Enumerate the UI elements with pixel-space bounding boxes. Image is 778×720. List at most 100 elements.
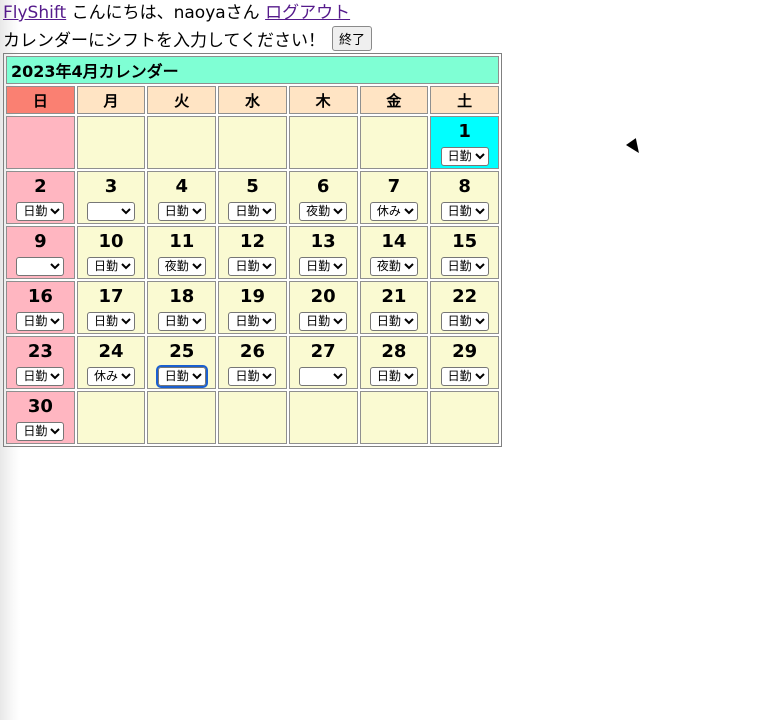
shift-select[interactable]: 日勤夜勤休み	[228, 311, 277, 331]
day-number: 25	[169, 341, 195, 362]
day-number: 7	[387, 176, 401, 197]
day-number: 2	[34, 176, 47, 197]
day-number: 23	[27, 341, 53, 362]
day-number: 21	[381, 286, 407, 307]
weekday-header: 木	[288, 86, 358, 114]
day-cell: 24 日勤夜勤休み	[76, 336, 146, 389]
shift-select[interactable]: 日勤夜勤休み	[299, 256, 348, 276]
shift-select[interactable]: 日勤夜勤休み	[299, 366, 348, 386]
day-number: 17	[98, 286, 124, 307]
weekday-header-row: 日月火水木金土	[6, 86, 499, 114]
shift-select[interactable]: 日勤夜勤休み	[228, 201, 277, 221]
day-number: 12	[239, 231, 265, 252]
empty-day-cell	[218, 391, 287, 444]
shift-select[interactable]: 日勤夜勤休み	[87, 256, 136, 276]
day-cell: 27 日勤夜勤休み	[288, 336, 358, 389]
day-number: 6	[316, 176, 330, 197]
day-cell: 10 日勤夜勤休み	[76, 226, 146, 279]
weekday-header: 火	[147, 86, 217, 114]
shift-select[interactable]: 日勤夜勤休み	[157, 256, 206, 276]
shift-select[interactable]: 日勤夜勤休み	[299, 311, 348, 331]
shift-select[interactable]: 日勤夜勤休み	[369, 256, 418, 276]
day-cell: 30 日勤夜勤休み	[6, 391, 75, 444]
shift-select[interactable]: 日勤夜勤休み	[369, 366, 418, 386]
day-number: 8	[458, 176, 471, 197]
shift-select[interactable]: 日勤夜勤休み	[87, 201, 136, 221]
shift-select[interactable]: 日勤夜勤休み	[228, 366, 277, 386]
empty-day-cell	[76, 391, 146, 444]
day-cell: 12 日勤夜勤休み	[218, 226, 287, 279]
shift-select[interactable]: 日勤夜勤休み	[228, 256, 277, 276]
shift-select[interactable]: 日勤夜勤休み	[16, 201, 65, 221]
day-number: 13	[310, 231, 336, 252]
shift-select[interactable]: 日勤夜勤休み	[440, 201, 489, 221]
shift-select[interactable]: 日勤夜勤休み	[299, 201, 348, 221]
day-cell: 28 日勤夜勤休み	[359, 336, 429, 389]
day-cell: 25日勤夜勤休み	[147, 336, 217, 389]
day-number: 5	[246, 176, 259, 197]
shift-select[interactable]: 日勤夜勤休み	[16, 421, 65, 441]
shift-select[interactable]: 日勤夜勤休み	[16, 256, 65, 276]
top-bar: FlyShift こんにちは、naoyaさん ログアウト	[3, 2, 502, 24]
empty-day-cell	[147, 391, 217, 444]
shift-select[interactable]: 日勤夜勤休み	[440, 256, 489, 276]
logout-link[interactable]: ログアウト	[265, 3, 350, 23]
shift-select[interactable]: 日勤夜勤休み	[440, 311, 489, 331]
day-cell: 3 日勤夜勤休み	[76, 171, 146, 224]
calendar-week-row: 23日勤夜勤休み24日勤夜勤休み25日勤夜勤休み26日勤夜勤休み27日勤夜勤休み…	[6, 336, 499, 389]
shift-select[interactable]: 日勤夜勤休み	[16, 311, 65, 331]
day-number: 30	[27, 396, 53, 417]
shift-select[interactable]: 日勤夜勤休み	[369, 311, 418, 331]
calendar-week-row: 2 日勤夜勤休み 3 日勤夜勤休み 4 日勤夜勤休み 5 日勤夜勤休み 6 日勤夜勤休み 7 日勤夜勤…	[6, 171, 499, 224]
empty-day-cell	[288, 391, 358, 444]
instruction-bar: カレンダーにシフトを入力してください！ 終了	[3, 25, 502, 51]
instruction-text: カレンダーにシフトを入力してください！	[3, 30, 325, 51]
shift-select[interactable]: 日勤夜勤休み	[87, 311, 136, 331]
day-number: 22	[452, 286, 478, 307]
shift-select[interactable]: 日勤夜勤休み	[155, 364, 208, 388]
page-content: FlyShift こんにちは、naoyaさん ログアウト カレンダーにシフトを入…	[3, 2, 502, 447]
day-cell: 17 日勤夜勤休み	[76, 281, 146, 334]
empty-day-cell	[6, 116, 75, 169]
day-number: 24	[98, 341, 124, 362]
day-cell: 29 日勤夜勤休み	[430, 336, 499, 389]
day-cell: 26 日勤夜勤休み	[218, 336, 287, 389]
day-cell: 22 日勤夜勤休み	[430, 281, 499, 334]
shift-calendar: 2023年4月カレンダー 日月火水木金土 1 日勤夜勤休み 2 日勤夜勤休み 3 日勤夜勤…	[3, 53, 502, 447]
day-cell: 1 日勤夜勤休み	[430, 116, 499, 169]
day-number: 16	[27, 286, 53, 307]
calendar-title: 2023年4月カレンダー	[6, 56, 499, 84]
shift-select[interactable]: 日勤夜勤休み	[87, 366, 136, 386]
empty-day-cell	[359, 391, 429, 444]
greeting-text: こんにちは、naoyaさん	[71, 3, 260, 23]
shift-select[interactable]: 日勤夜勤休み	[157, 311, 206, 331]
empty-day-cell	[288, 116, 358, 169]
day-cell: 15 日勤夜勤休み	[430, 226, 499, 279]
shift-select[interactable]: 日勤夜勤休み	[157, 201, 206, 221]
shift-select[interactable]: 日勤夜勤休み	[440, 366, 489, 386]
day-cell: 14 日勤夜勤休み	[359, 226, 429, 279]
day-number: 27	[310, 341, 336, 362]
shift-select[interactable]: 日勤夜勤休み	[16, 366, 65, 386]
day-number: 1	[458, 121, 471, 142]
day-cell: 5 日勤夜勤休み	[218, 171, 287, 224]
day-number: 14	[381, 231, 407, 252]
day-number: 20	[310, 286, 336, 307]
weekday-header: 月	[76, 86, 146, 114]
shift-select[interactable]: 日勤夜勤休み	[440, 146, 489, 166]
weekday-header: 金	[359, 86, 429, 114]
day-number: 9	[34, 231, 47, 252]
calendar-week-row: 1 日勤夜勤休み	[6, 116, 499, 169]
empty-day-cell	[218, 116, 287, 169]
app-home-link[interactable]: FlyShift	[3, 3, 66, 23]
day-cell: 20 日勤夜勤休み	[288, 281, 358, 334]
day-cell: 4 日勤夜勤休み	[147, 171, 217, 224]
mouse-cursor-icon	[626, 138, 644, 157]
calendar-week-row: 30 日勤夜勤休み	[6, 391, 499, 444]
day-number: 18	[169, 286, 195, 307]
day-cell: 6 日勤夜勤休み	[288, 171, 358, 224]
finish-button[interactable]: 終了	[331, 25, 372, 51]
shift-select[interactable]: 日勤夜勤休み	[369, 201, 418, 221]
weekday-header: 土	[430, 86, 499, 114]
day-cell: 19 日勤夜勤休み	[218, 281, 287, 334]
